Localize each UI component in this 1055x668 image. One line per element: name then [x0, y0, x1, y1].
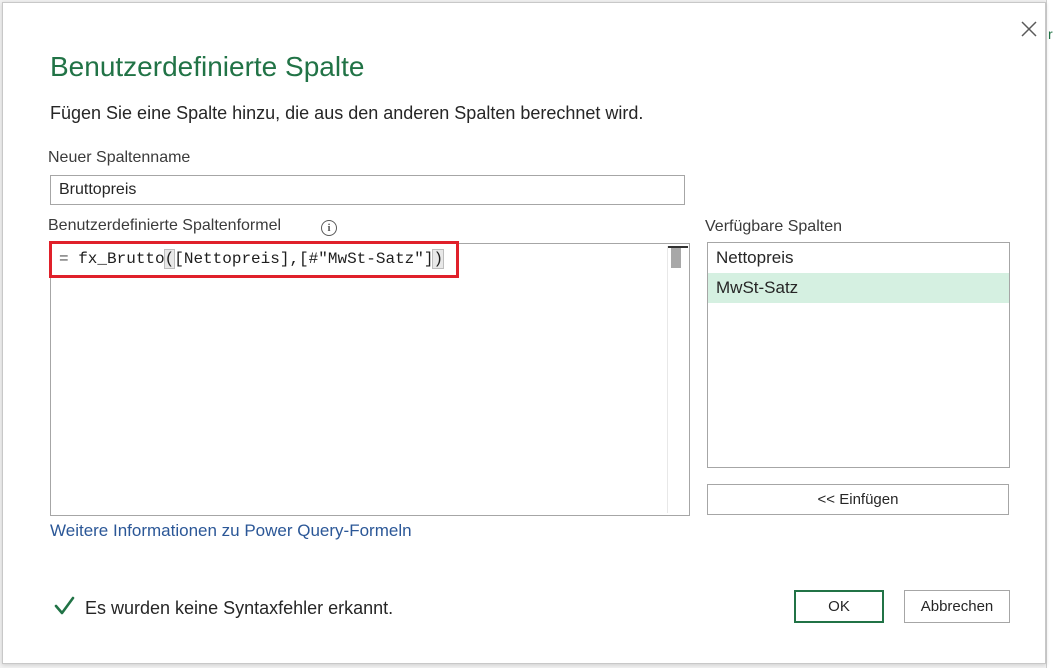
cancel-button[interactable]: Abbrechen [904, 590, 1010, 623]
info-icon[interactable]: i [321, 220, 337, 236]
scrollbar-thumb[interactable] [671, 248, 681, 268]
background-window-edge [1046, 0, 1055, 668]
dialog-subtitle: Fügen Sie eine Spalte hinzu, die aus den… [50, 103, 644, 123]
formula-open-paren: ( [163, 249, 176, 269]
formula-line: = fx_Brutto([Nettopreis],[#"MwSt-Satz"]) [59, 249, 445, 269]
formula-function-name: fx_Brutto [78, 250, 165, 268]
column-name-input[interactable] [50, 175, 685, 205]
syntax-status-text: Es wurden keine Syntaxfehler erkannt. [85, 598, 394, 618]
list-item-mwst-satz[interactable]: MwSt-Satz [708, 273, 1009, 303]
checkmark-icon [54, 596, 75, 615]
insert-button[interactable]: << Einfügen [707, 484, 1009, 515]
formula-prefix: = [59, 250, 79, 268]
ok-button[interactable]: OK [794, 590, 884, 623]
close-icon [1021, 21, 1037, 37]
available-columns-label: Verfügbare Spalten [705, 218, 842, 235]
formula-label: Benutzerdefinierte Spaltenformel [48, 217, 282, 234]
custom-column-dialog: Benutzerdefinierte Spalte Fügen Sie eine… [2, 2, 1046, 664]
formula-arguments: [Nettopreis],[#"MwSt-Satz"] [174, 250, 434, 268]
dialog-title: Benutzerdefinierte Spalte [50, 51, 365, 82]
editor-scrollbar[interactable] [667, 246, 688, 513]
close-button[interactable] [1014, 14, 1044, 44]
column-name-label: Neuer Spaltenname [48, 149, 191, 166]
list-item-nettopreis[interactable]: Nettopreis [708, 243, 1009, 273]
power-query-help-link[interactable]: Weitere Informationen zu Power Query-For… [50, 521, 412, 541]
background-window-glyph: r [1048, 26, 1053, 42]
formula-close-paren: ) [432, 249, 445, 269]
formula-editor[interactable]: = fx_Brutto([Nettopreis],[#"MwSt-Satz"]) [50, 243, 690, 516]
available-columns-list[interactable]: Nettopreis MwSt-Satz [707, 242, 1010, 468]
